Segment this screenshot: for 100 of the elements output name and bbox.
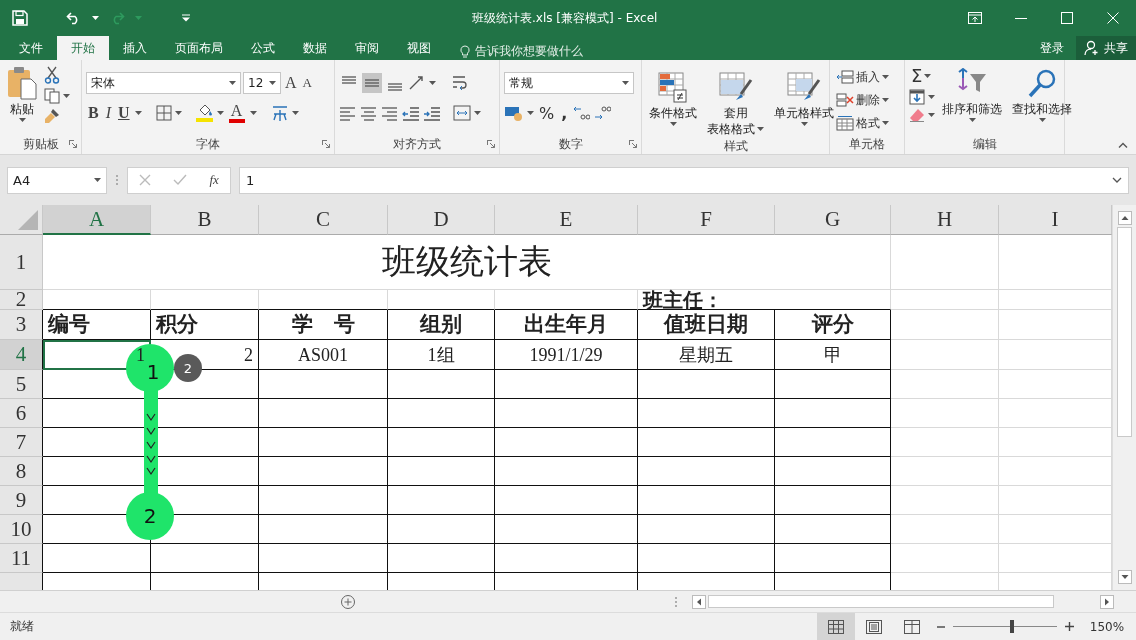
find-select-button[interactable]: 查找和选择 xyxy=(1009,66,1075,134)
collapse-ribbon-icon[interactable] xyxy=(1118,142,1128,148)
splitter-handle-icon[interactable] xyxy=(115,174,119,186)
dialog-launcher-icon[interactable] xyxy=(322,140,330,148)
number-format-dropdown[interactable]: 常规 xyxy=(504,72,634,94)
formula-input[interactable]: 1 xyxy=(239,166,1129,194)
column-header[interactable]: F xyxy=(638,205,775,235)
add-sheet-icon[interactable] xyxy=(340,593,356,610)
scroll-right-icon[interactable] xyxy=(1100,594,1114,609)
italic-button[interactable]: I xyxy=(103,104,113,122)
column-header[interactable]: E xyxy=(495,205,638,235)
dialog-launcher-icon[interactable] xyxy=(629,140,637,148)
phonetic-guide-icon[interactable] xyxy=(270,104,289,122)
caret-icon[interactable] xyxy=(429,81,436,85)
sign-in-link[interactable]: 登录 xyxy=(1028,39,1076,57)
scrollbar-thumb[interactable] xyxy=(1117,227,1132,437)
row-header[interactable]: 11 xyxy=(0,544,43,573)
ribbon-tab[interactable]: 页面布局 xyxy=(161,36,237,60)
bold-button[interactable]: B xyxy=(86,104,101,122)
caret-icon[interactable] xyxy=(216,111,224,115)
caret-icon[interactable] xyxy=(669,122,677,126)
orientation-icon[interactable] xyxy=(408,75,426,91)
align-center-icon[interactable] xyxy=(360,105,378,121)
row-header[interactable]: 8 xyxy=(0,457,43,486)
copy-icon[interactable] xyxy=(44,88,60,104)
format-as-table-button[interactable]: 套用 表格格式 xyxy=(704,68,767,138)
comma-style-button[interactable]: , xyxy=(559,102,570,124)
shrink-font-button[interactable]: A xyxy=(300,74,314,92)
row-header[interactable]: 3 xyxy=(0,310,43,340)
caret-icon[interactable] xyxy=(924,74,932,78)
eraser-icon[interactable] xyxy=(909,108,925,122)
row-header[interactable]: 2 xyxy=(0,290,43,310)
paste-button[interactable]: 粘贴 xyxy=(4,64,40,134)
caret-icon[interactable] xyxy=(174,111,182,115)
caret-icon[interactable] xyxy=(18,118,26,122)
fill-down-icon[interactable] xyxy=(909,89,925,105)
format-painter-icon[interactable] xyxy=(44,108,60,124)
wrap-text-icon[interactable] xyxy=(452,75,470,91)
scroll-down-icon[interactable] xyxy=(1117,570,1132,584)
caret-icon[interactable] xyxy=(928,95,935,99)
share-button[interactable]: 共享 xyxy=(1076,36,1136,60)
caret-icon[interactable] xyxy=(1038,118,1046,122)
row-header[interactable]: 6 xyxy=(0,399,43,428)
borders-icon[interactable] xyxy=(155,105,172,121)
row-header[interactable]: 4 xyxy=(0,340,43,370)
caret-icon[interactable] xyxy=(92,16,99,20)
decrease-decimal-icon[interactable] xyxy=(593,105,612,121)
caret-icon[interactable] xyxy=(94,178,101,182)
caret-icon[interactable] xyxy=(968,118,976,122)
scroll-left-icon[interactable] xyxy=(692,594,706,609)
customize-toolbar-icon[interactable] xyxy=(182,14,190,22)
name-box[interactable]: A4 xyxy=(7,166,107,194)
grow-font-button[interactable]: A xyxy=(283,74,299,92)
ribbon-tab[interactable]: 审阅 xyxy=(341,36,393,60)
row-header[interactable]: 1 xyxy=(0,235,43,290)
caret-icon[interactable] xyxy=(474,111,481,115)
currency-icon[interactable] xyxy=(504,105,524,121)
scissors-icon[interactable] xyxy=(44,66,60,84)
align-left-icon[interactable] xyxy=(339,105,357,121)
caret-icon[interactable] xyxy=(229,81,236,85)
tell-me-field[interactable]: 告诉我你想要做什么 xyxy=(459,43,583,60)
caret-icon[interactable] xyxy=(882,98,889,102)
delete-cells-button[interactable]: 删除 xyxy=(834,89,900,111)
ribbon-tab[interactable]: 数据 xyxy=(289,36,341,60)
ribbon-tab[interactable]: 插入 xyxy=(109,36,161,60)
column-header[interactable]: H xyxy=(891,205,999,235)
column-header[interactable]: D xyxy=(388,205,495,235)
percent-button[interactable]: % xyxy=(537,102,557,124)
column-header[interactable]: I xyxy=(999,205,1112,235)
font-size-dropdown[interactable]: 12 xyxy=(243,72,281,94)
caret-icon[interactable] xyxy=(63,94,70,98)
column-header[interactable]: B xyxy=(151,205,259,235)
ribbon-tab[interactable]: 视图 xyxy=(393,36,445,60)
fill-color-icon[interactable] xyxy=(195,104,214,122)
increase-indent-icon[interactable] xyxy=(423,105,441,121)
row-header[interactable]: 7 xyxy=(0,428,43,457)
column-header[interactable]: A xyxy=(43,205,151,235)
cell-styles-button[interactable]: 单元格样式 xyxy=(771,68,837,138)
format-cells-button[interactable]: 格式 xyxy=(834,112,900,134)
caret-icon[interactable] xyxy=(527,111,534,115)
ribbon-tab[interactable]: 公式 xyxy=(237,36,289,60)
insert-cells-button[interactable]: 插入 xyxy=(834,66,900,88)
caret-icon[interactable] xyxy=(882,75,889,79)
column-header[interactable]: C xyxy=(259,205,388,235)
caret-icon[interactable] xyxy=(800,122,808,126)
sort-filter-button[interactable]: 排序和筛选 xyxy=(939,66,1005,134)
caret-icon[interactable] xyxy=(622,81,629,85)
dialog-launcher-icon[interactable] xyxy=(69,140,77,148)
view-button[interactable] xyxy=(817,613,855,640)
ribbon-tab[interactable]: 文件 xyxy=(5,36,57,60)
zoom-in-icon[interactable] xyxy=(1065,622,1074,631)
align-right-icon[interactable] xyxy=(381,105,399,121)
conditional-formatting-button[interactable]: 条件格式 xyxy=(646,68,700,138)
autosum-button[interactable]: Σ xyxy=(909,66,935,86)
font-name-dropdown[interactable]: 宋体 xyxy=(86,72,241,94)
caret-icon[interactable] xyxy=(882,121,889,125)
expand-formula-bar-icon[interactable] xyxy=(1112,177,1122,183)
increase-decimal-icon[interactable] xyxy=(572,105,591,121)
caret-icon[interactable] xyxy=(134,111,142,115)
zoom-level[interactable]: 150% xyxy=(1078,619,1136,634)
